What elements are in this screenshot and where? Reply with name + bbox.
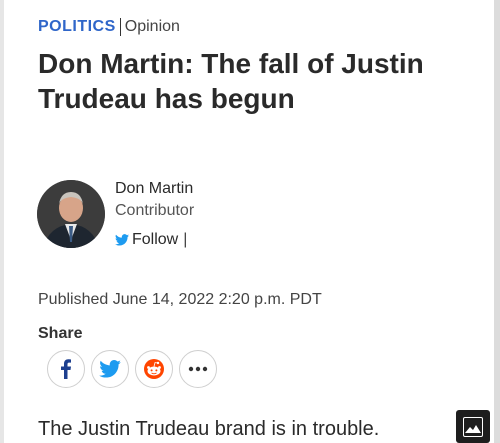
- image-icon: [463, 416, 483, 437]
- article-headline: Don Martin: The fall of Justin Trudeau h…: [38, 48, 424, 114]
- frame-left-edge: [0, 0, 4, 443]
- mountain-glyph: [465, 424, 481, 433]
- share-reddit-button[interactable]: [135, 350, 173, 388]
- article-type: Opinion: [124, 18, 180, 35]
- follow-separator: |: [183, 231, 188, 248]
- follow-label: Follow: [132, 231, 179, 248]
- article-lede: The Justin Trudeau brand is in trouble.: [38, 418, 380, 440]
- share-label: Share: [38, 325, 83, 342]
- article-kicker: POLITICS Opinion: [38, 16, 180, 38]
- frame-right-edge: [494, 0, 500, 443]
- follow-button[interactable]: Follow |: [115, 231, 187, 249]
- reddit-icon: [144, 359, 164, 379]
- facebook-icon: [61, 359, 71, 379]
- more-icon: [188, 366, 208, 372]
- author-name[interactable]: Don Martin: [115, 180, 193, 198]
- image-gallery-button[interactable]: [456, 410, 490, 443]
- category-link[interactable]: POLITICS: [38, 18, 116, 36]
- kicker-divider: [119, 18, 121, 36]
- twitter-icon: [99, 360, 121, 378]
- author-photo: [37, 180, 105, 248]
- share-facebook-button[interactable]: [47, 350, 85, 388]
- share-buttons: [47, 350, 217, 388]
- author-role: Contributor: [115, 202, 195, 219]
- share-more-button[interactable]: [179, 350, 217, 388]
- author-avatar[interactable]: [37, 180, 105, 248]
- share-twitter-button[interactable]: [91, 350, 129, 388]
- publish-date: Published June 14, 2022 2:20 p.m. PDT: [38, 291, 322, 308]
- twitter-icon: [115, 234, 129, 246]
